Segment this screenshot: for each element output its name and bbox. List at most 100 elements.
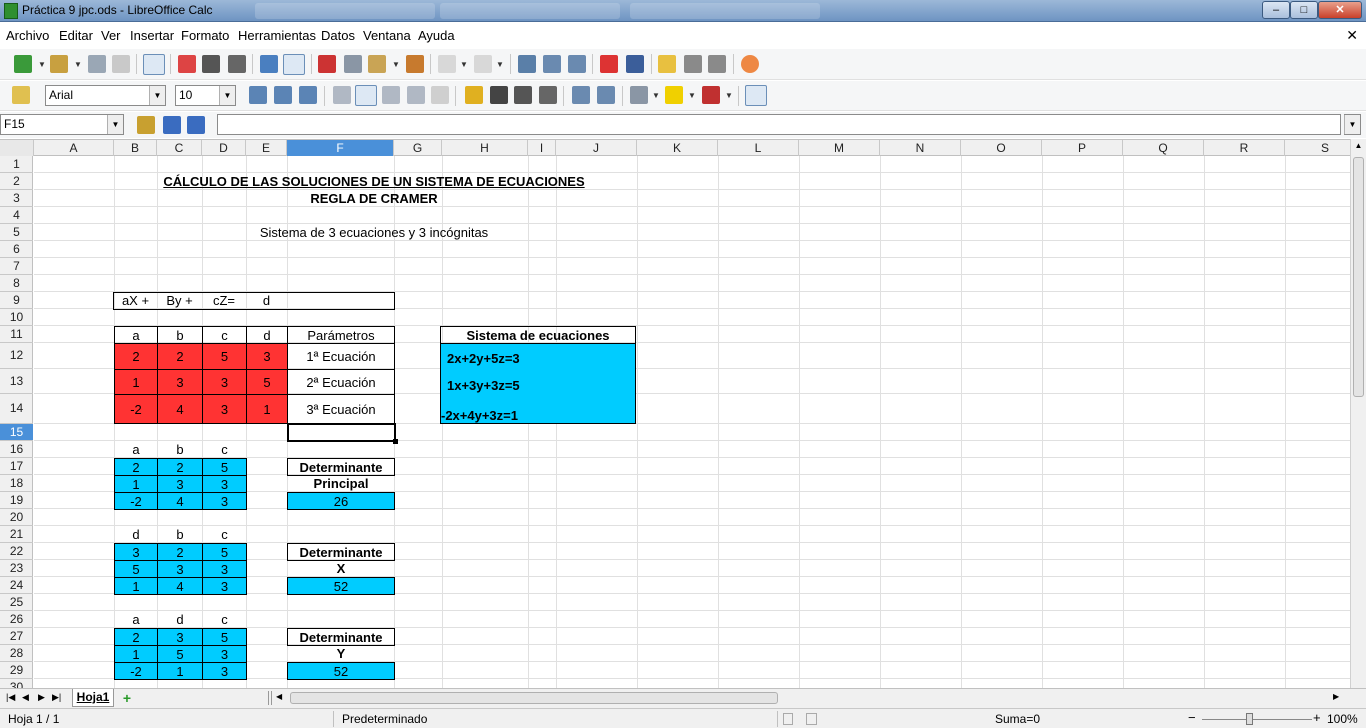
column-header-p[interactable]: P: [1042, 140, 1123, 156]
row-header-28[interactable]: 28: [0, 645, 33, 662]
open-folder-icon[interactable]: [50, 55, 68, 73]
determinant-cell[interactable]: 3: [202, 475, 247, 493]
justify-icon[interactable]: [407, 86, 425, 104]
add-sheet-icon[interactable]: +: [116, 690, 138, 706]
column-header-q[interactable]: Q: [1123, 140, 1204, 156]
column-header-k[interactable]: K: [637, 140, 718, 156]
menu-archivo[interactable]: Archivo: [6, 28, 49, 43]
chart-icon[interactable]: [600, 55, 618, 73]
font-name-select[interactable]: Arial ▼: [45, 85, 166, 106]
row-header-25[interactable]: 25: [0, 594, 33, 611]
row-header-18[interactable]: 18: [0, 475, 33, 492]
selected-cell-f15[interactable]: [287, 423, 396, 442]
row-header-16[interactable]: 16: [0, 441, 33, 458]
merge-cells-icon[interactable]: [431, 86, 449, 104]
help-icon[interactable]: [741, 55, 759, 73]
row-header-12[interactable]: 12: [0, 343, 33, 369]
clone-formatting-icon[interactable]: [406, 55, 424, 73]
determinant-cell[interactable]: 3: [114, 543, 158, 561]
minimize-button[interactable]: –: [1262, 1, 1290, 19]
row-header-11[interactable]: 11: [0, 326, 33, 343]
determinant-cell[interactable]: 4: [157, 577, 203, 595]
column-header-f[interactable]: F: [287, 140, 394, 156]
determinant-cell[interactable]: 2: [157, 543, 203, 561]
decrease-indent-icon[interactable]: [572, 86, 590, 104]
param-cell[interactable]: 1: [246, 394, 288, 424]
add-decimal-icon[interactable]: [539, 86, 557, 104]
redo-icon[interactable]: [474, 55, 492, 73]
zoom-in-icon[interactable]: +: [1313, 710, 1321, 725]
param-cell[interactable]: 3: [157, 369, 203, 395]
column-header-a[interactable]: A: [34, 140, 114, 156]
column-header-g[interactable]: G: [394, 140, 442, 156]
edit-mode-icon[interactable]: [143, 54, 165, 75]
determinant-cell[interactable]: 3: [157, 475, 203, 493]
sort-descending-icon[interactable]: [568, 55, 586, 73]
styles-icon[interactable]: [12, 86, 30, 104]
formula-input[interactable]: [217, 114, 1341, 135]
scroll-right-icon[interactable]: ▶: [1333, 692, 1339, 701]
zoom-slider-thumb[interactable]: [1246, 713, 1253, 725]
formula-icon[interactable]: [187, 116, 205, 134]
column-header-r[interactable]: R: [1204, 140, 1285, 156]
determinant-value[interactable]: 52: [287, 662, 395, 680]
row-header-29[interactable]: 29: [0, 662, 33, 679]
align-right-icon[interactable]: [382, 86, 400, 104]
chevron-down-icon[interactable]: ▼: [149, 86, 165, 105]
determinant-value[interactable]: 52: [287, 577, 395, 595]
determinant-cell[interactable]: 5: [114, 560, 158, 578]
scroll-left-icon[interactable]: ◀: [276, 692, 282, 701]
determinant-cell[interactable]: 4: [157, 492, 203, 510]
param-cell[interactable]: 1: [114, 369, 158, 395]
menu-datos[interactable]: Datos: [321, 28, 355, 43]
scrollbar-thumb[interactable]: [1353, 157, 1364, 397]
borders-icon[interactable]: [630, 86, 648, 104]
chevron-down-icon[interactable]: ▼: [107, 115, 123, 134]
chevron-down-icon[interactable]: ▼: [725, 91, 733, 100]
gallery-icon[interactable]: [684, 55, 702, 73]
row-header-4[interactable]: 4: [0, 207, 33, 224]
determinant-cell[interactable]: 3: [157, 628, 203, 646]
chevron-down-icon[interactable]: ▼: [460, 60, 468, 69]
param-cell[interactable]: 5: [202, 343, 247, 370]
chevron-down-icon[interactable]: ▼: [219, 86, 235, 105]
chevron-down-icon[interactable]: ▼: [38, 60, 46, 69]
param-cell[interactable]: 5: [246, 369, 288, 395]
column-header-n[interactable]: N: [880, 140, 961, 156]
export-pdf-icon[interactable]: [178, 55, 196, 73]
row-header-8[interactable]: 8: [0, 275, 33, 292]
vertical-scrollbar[interactable]: ▲: [1350, 139, 1366, 688]
align-center-icon[interactable]: [355, 85, 377, 106]
first-sheet-icon[interactable]: |◀: [6, 692, 15, 703]
cut-icon[interactable]: [318, 55, 336, 73]
param-cell[interactable]: -2: [114, 394, 158, 424]
determinant-cell[interactable]: 1: [114, 645, 158, 663]
close-document-icon[interactable]: ✕: [1346, 27, 1358, 44]
determinant-cell[interactable]: 5: [157, 645, 203, 663]
determinant-cell[interactable]: 1: [157, 662, 203, 680]
column-header-c[interactable]: C: [157, 140, 202, 156]
undo-icon[interactable]: [438, 55, 456, 73]
font-size-select[interactable]: 10 ▼: [175, 85, 236, 106]
maximize-button[interactable]: □: [1290, 1, 1318, 19]
row-header-19[interactable]: 19: [0, 492, 33, 509]
column-header-i[interactable]: I: [528, 140, 556, 156]
determinant-cell[interactable]: 3: [202, 662, 247, 680]
row-header-10[interactable]: 10: [0, 309, 33, 326]
column-header-m[interactable]: M: [799, 140, 880, 156]
row-header-24[interactable]: 24: [0, 577, 33, 594]
row-header-2[interactable]: 2: [0, 173, 33, 190]
autospellcheck-icon[interactable]: [283, 54, 305, 75]
column-header-b[interactable]: B: [114, 140, 157, 156]
determinant-cell[interactable]: 3: [202, 645, 247, 663]
row-header-26[interactable]: 26: [0, 611, 33, 628]
column-header-l[interactable]: L: [718, 140, 799, 156]
column-header-o[interactable]: O: [961, 140, 1042, 156]
prev-sheet-icon[interactable]: ◀: [22, 692, 29, 703]
name-box[interactable]: F15 ▼: [0, 114, 124, 135]
row-header-6[interactable]: 6: [0, 241, 33, 258]
hyperlink-icon[interactable]: [518, 55, 536, 73]
menu-editar[interactable]: Editar: [59, 28, 93, 43]
row-header-22[interactable]: 22: [0, 543, 33, 560]
print-preview-icon[interactable]: [228, 55, 246, 73]
